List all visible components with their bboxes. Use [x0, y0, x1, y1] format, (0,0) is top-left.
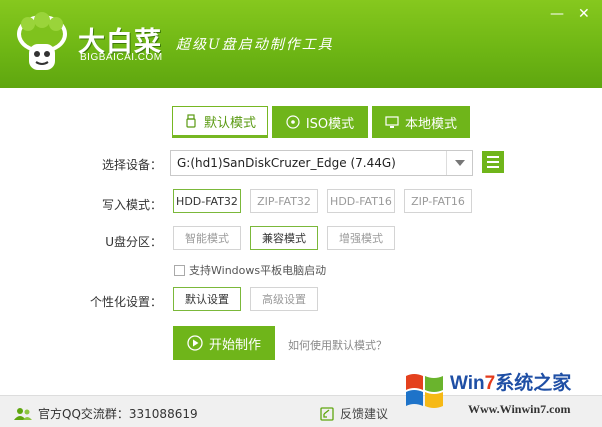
feedback-icon — [320, 406, 334, 421]
write-mode-hdd-fat32[interactable]: HDD-FAT32 — [173, 189, 241, 213]
tab-label: ISO模式 — [305, 116, 355, 132]
personalize-label: 个性化设置： — [89, 295, 162, 309]
watermark-url: Www.Winwin7.com — [468, 402, 571, 416]
chevron-down-icon[interactable] — [446, 151, 472, 175]
group-chat-icon — [14, 407, 32, 420]
close-icon[interactable]: ✕ — [578, 6, 590, 22]
start-label: 开始制作 — [208, 337, 261, 353]
partition-compat-mode[interactable]: 兼容模式 — [250, 226, 318, 250]
minimize-icon[interactable]: — — [550, 6, 564, 22]
header-banner: 大白菜 BIGBAICAI.COM 超级U盘启动制作工具 — ✕ — [0, 0, 602, 88]
tab-label: 默认模式 — [203, 115, 256, 131]
device-value: G:(hd1)SanDiskCruzer_Edge (7.44G) — [177, 156, 396, 170]
windows-logo-icon — [406, 374, 443, 408]
write-mode-zip-fat16[interactable]: ZIP-FAT16 — [404, 189, 472, 213]
partition-smart-mode[interactable]: 智能模式 — [173, 226, 241, 250]
help-link[interactable]: 如何使用默认模式？ — [288, 337, 387, 353]
start-button[interactable]: 开始制作 — [173, 326, 275, 360]
device-label: 选择设备： — [101, 158, 162, 172]
tablet-support-label: 支持Windows平板电脑启动 — [189, 264, 327, 277]
tab-iso-mode[interactable]: ISO模式 — [272, 106, 368, 138]
feedback-label: 反馈建议 — [340, 407, 389, 421]
tab-local-mode[interactable]: 本地模式 — [372, 106, 470, 138]
slogan: 超级U盘启动制作工具 — [176, 37, 334, 53]
device-dropdown[interactable]: G:(hd1)SanDiskCruzer_Edge (7.44G) — [170, 150, 473, 176]
monitor-icon — [385, 116, 399, 128]
watermark-title: Win7系统之家 — [450, 373, 572, 394]
brand-url: BIGBAICAI.COM — [80, 52, 163, 63]
qq-label: 官方QQ交流群：331088619 — [38, 407, 198, 421]
write-mode-label: 写入模式： — [101, 198, 162, 212]
qq-group[interactable]: 官方QQ交流群：331088619 — [14, 405, 198, 422]
mode-tabs: 默认模式 ISO模式 本地模式 — [172, 106, 470, 138]
watermark: Win7系统之家 Www.Winwin7.com — [398, 360, 598, 424]
tab-label: 本地模式 — [404, 116, 457, 132]
disc-icon — [286, 115, 300, 129]
menu-icon[interactable] — [482, 151, 504, 173]
feedback-button[interactable]: 反馈建议 — [320, 405, 388, 422]
cabbage-logo-icon — [17, 12, 67, 70]
tablet-support-checkbox-row[interactable]: 支持Windows平板电脑启动 — [174, 262, 326, 278]
tab-default-mode[interactable]: 默认模式 — [172, 106, 268, 138]
partition-enhanced-mode[interactable]: 增强模式 — [327, 226, 395, 250]
partition-label: U盘分区： — [105, 235, 162, 249]
personalize-advanced[interactable]: 高级设置 — [250, 287, 318, 311]
usb-drive-icon — [186, 114, 196, 128]
personalize-default[interactable]: 默认设置 — [173, 287, 241, 311]
write-mode-zip-fat32[interactable]: ZIP-FAT32 — [250, 189, 318, 213]
tablet-support-checkbox[interactable] — [174, 264, 185, 276]
write-mode-hdd-fat16[interactable]: HDD-FAT16 — [327, 189, 395, 213]
play-icon — [187, 335, 203, 351]
